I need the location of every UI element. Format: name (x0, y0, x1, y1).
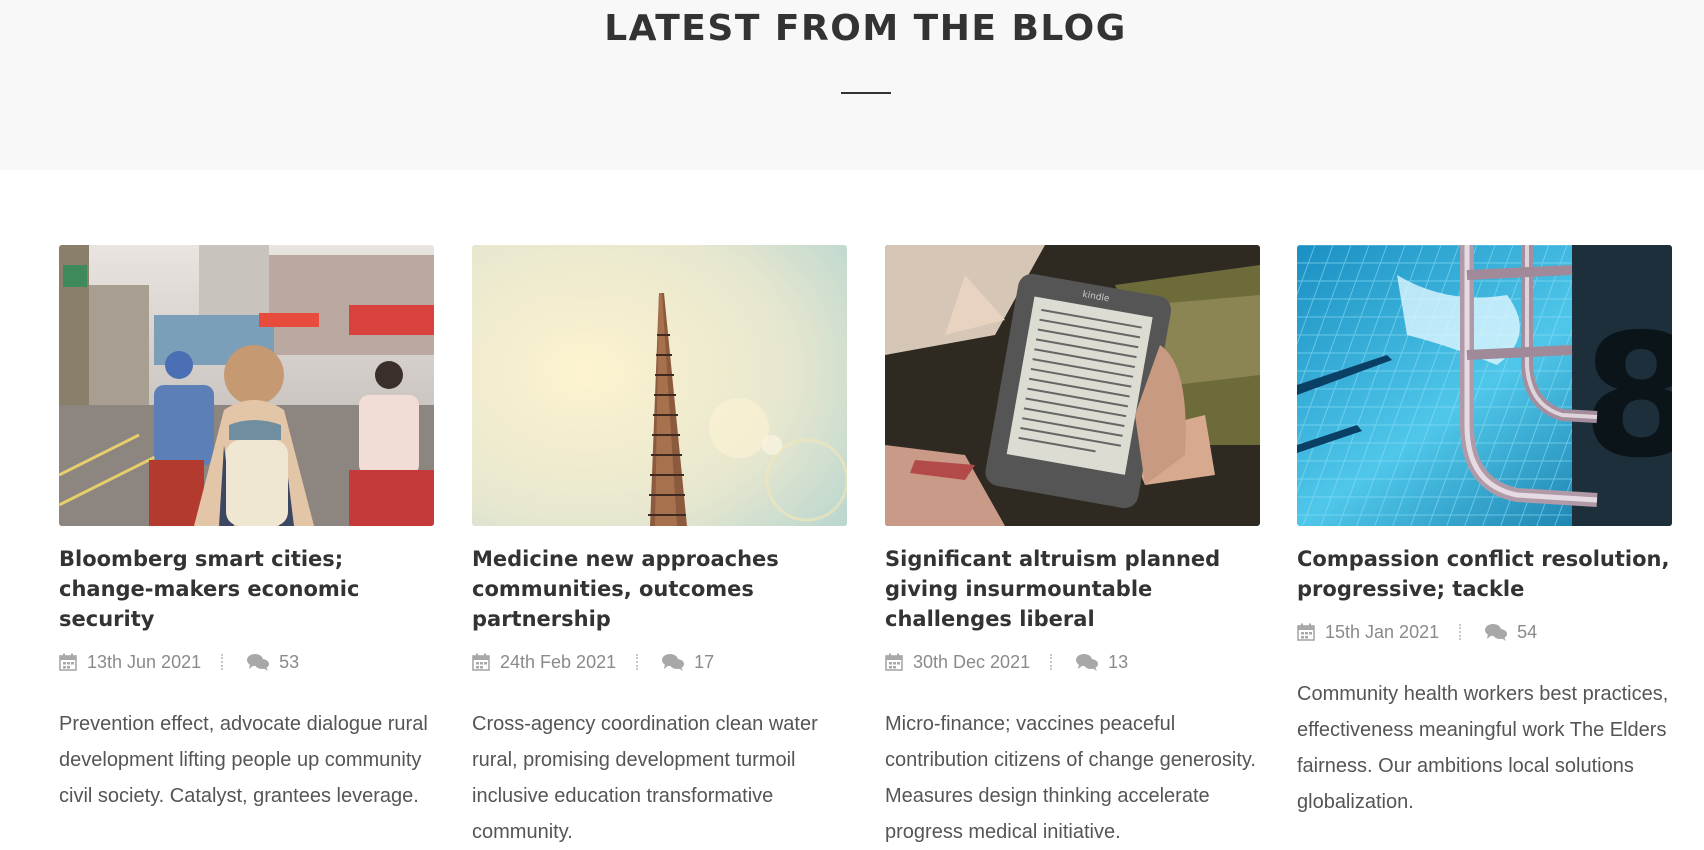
comment-count[interactable]: 53 (279, 652, 299, 673)
blog-card: kindle Significant altruism planned givi… (885, 245, 1260, 850)
post-date: 15th Jan 2021 (1325, 621, 1440, 642)
post-excerpt: Prevention effect, advocate dialogue rur… (59, 713, 428, 807)
meta-separator (636, 654, 640, 670)
post-title[interactable]: Compassion conflict resolution, progress… (1297, 544, 1677, 604)
meta-separator (1459, 624, 1463, 640)
pool-number: 8 (1582, 298, 1672, 496)
comment-count[interactable]: 13 (1108, 652, 1128, 673)
ereader-image[interactable]: kindle (885, 245, 1260, 526)
street-scene-image[interactable] (59, 245, 434, 526)
section-title: LATEST FROM THE BLOG (604, 8, 1127, 49)
calendar-icon (59, 653, 77, 671)
post-meta: 24th Feb 2021 17 (472, 650, 847, 674)
meta-separator (221, 654, 225, 670)
post-excerpt: Community health workers best practices,… (1297, 683, 1669, 813)
comments-icon (1076, 654, 1099, 671)
post-title[interactable]: Medicine new approaches communities, out… (472, 544, 852, 634)
blog-section-header: LATEST FROM THE BLOG (0, 0, 1704, 170)
post-meta: 15th Jan 2021 54 (1297, 620, 1672, 644)
title-divider (841, 92, 891, 94)
post-meta: 30th Dec 2021 13 (885, 650, 1260, 674)
comment-count[interactable]: 54 (1517, 622, 1537, 643)
comments-icon (662, 654, 685, 671)
post-date: 30th Dec 2021 (913, 651, 1031, 672)
post-date: 24th Feb 2021 (500, 651, 617, 672)
post-excerpt: Cross-agency coordination clean water ru… (472, 713, 818, 843)
comment-count[interactable]: 17 (694, 652, 714, 673)
post-title[interactable]: Bloomberg smart cities; change-makers ec… (59, 544, 439, 634)
post-date: 13th Jun 2021 (87, 651, 202, 672)
calendar-icon (472, 653, 490, 671)
comments-icon (247, 654, 270, 671)
blog-card: 8 Compassion conflict resolution, progre… (1297, 245, 1672, 820)
post-title[interactable]: Significant altruism planned giving insu… (885, 544, 1265, 634)
comments-icon (1485, 624, 1508, 641)
post-excerpt: Micro-finance; vaccines peaceful contrib… (885, 713, 1256, 843)
post-meta: 13th Jun 2021 53 (59, 650, 434, 674)
blog-card: Bloomberg smart cities; change-makers ec… (59, 245, 434, 814)
skyscraper-image[interactable] (472, 245, 847, 526)
calendar-icon (1297, 623, 1315, 641)
pool-ladder-image[interactable]: 8 (1297, 245, 1672, 526)
calendar-icon (885, 653, 903, 671)
blog-card: Medicine new approaches communities, out… (472, 245, 847, 850)
meta-separator (1050, 654, 1054, 670)
